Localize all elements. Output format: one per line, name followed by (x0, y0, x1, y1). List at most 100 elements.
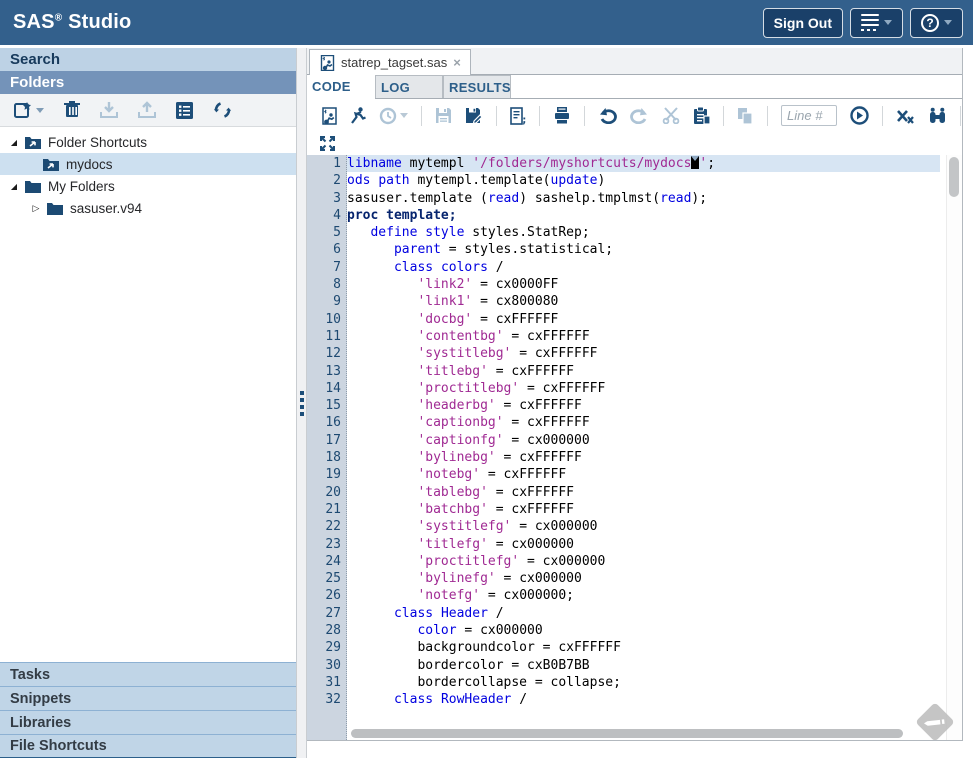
line-number: 16 (307, 414, 346, 431)
code-line[interactable]: 'link2' = cx0000FF (347, 276, 940, 293)
maximize-view-button[interactable] (320, 136, 335, 151)
line-number: 2 (307, 172, 346, 189)
accordion-sections: Tasks Snippets Libraries File Shortcuts (0, 662, 296, 758)
navigation-pane: Search Folders ◢ (0, 48, 296, 758)
code-line[interactable]: 'systitlefg' = cx000000 (347, 518, 940, 535)
code-line[interactable]: 'docbg' = cxFFFFFF (347, 311, 940, 328)
tree-item-folder-shortcuts[interactable]: ◢ Folder Shortcuts (0, 131, 296, 153)
code-line[interactable]: proc template; (347, 207, 940, 224)
code-line[interactable]: parent = styles.statistical; (347, 241, 940, 258)
code-line[interactable]: 'notefg' = cx000000; (347, 587, 940, 604)
code-line[interactable]: 'proctitlefg' = cx000000 (347, 553, 940, 570)
chevron-down-icon (36, 108, 44, 113)
undo-button[interactable] (598, 107, 617, 124)
folders-section-header[interactable]: Folders (0, 71, 296, 94)
clear-code-button[interactable] (896, 107, 915, 125)
cut-button[interactable] (662, 107, 680, 124)
code-line[interactable]: 'captionfg' = cx000000 (347, 432, 940, 449)
redo-button[interactable] (630, 107, 649, 124)
save-button[interactable] (435, 107, 452, 124)
new-program-button[interactable] (320, 107, 337, 125)
code-line[interactable]: ods path mytempl.template(update) (347, 172, 940, 189)
section-file-shortcuts[interactable]: File Shortcuts (0, 734, 296, 758)
top-bar: SAS® Studio Sign Out ? (0, 0, 973, 45)
code-line[interactable]: 'bylinebg' = cxFFFFFF (347, 449, 940, 466)
copy-button[interactable] (737, 107, 754, 125)
tree-expander-expanded-icon[interactable]: ◢ (6, 182, 22, 191)
save-as-button[interactable] (465, 107, 483, 124)
code-line[interactable]: 'batchbg' = cxFFFFFF (347, 501, 940, 518)
code-line[interactable]: 'headerbg' = cxFFFFFF (347, 397, 940, 414)
tree-item-sasuser-v94[interactable]: ▷ sasuser.v94 (0, 197, 296, 219)
tree-item-label: mydocs (66, 157, 113, 172)
code-line[interactable]: 'titlebg' = cxFFFFFF (347, 363, 940, 380)
tree-item-mydocs[interactable]: mydocs (0, 153, 296, 175)
line-number-input[interactable] (781, 105, 837, 126)
code-line[interactable]: 'link1' = cx800080 (347, 293, 940, 310)
code-line[interactable]: sasuser.template (read) sashelp.tmplmst(… (347, 190, 940, 207)
tab-code[interactable]: CODE (307, 75, 375, 99)
line-number: 3 (307, 190, 346, 207)
code-editor[interactable]: 1234567891011121314151617181920212223242… (307, 155, 962, 740)
editor-gutter: 1234567891011121314151617181920212223242… (307, 155, 347, 740)
download-button[interactable] (100, 101, 118, 119)
document-tab[interactable]: statrep_tagset.sas × (309, 49, 471, 75)
vertical-scrollbar-thumb[interactable] (949, 157, 959, 197)
line-number: 18 (307, 449, 346, 466)
section-tasks[interactable]: Tasks (0, 662, 296, 686)
code-line[interactable]: class RowHeader / (347, 691, 940, 708)
help-menu-button[interactable]: ? (910, 8, 963, 38)
run-button[interactable] (350, 107, 366, 125)
line-number: 22 (307, 518, 346, 535)
refresh-button[interactable] (213, 101, 232, 119)
pane-splitter[interactable] (296, 48, 307, 758)
line-number: 4 (307, 207, 346, 224)
line-number: 31 (307, 674, 346, 691)
tree-expander-expanded-icon[interactable]: ◢ (6, 138, 22, 147)
go-to-line-button[interactable] (850, 106, 869, 125)
line-number: 32 (307, 691, 346, 708)
tab-results[interactable]: RESULTS (443, 75, 511, 98)
code-line[interactable]: 'notebg' = cxFFFFFF (347, 466, 940, 483)
find-replace-button[interactable] (928, 107, 947, 124)
section-snippets[interactable]: Snippets (0, 686, 296, 710)
properties-button[interactable] (176, 102, 193, 119)
chevron-down-icon (884, 20, 892, 25)
code-line[interactable]: libname mytempl '/folders/myshortcuts/my… (347, 155, 940, 172)
code-line[interactable]: 'bylinefg' = cx000000 (347, 570, 940, 587)
page-setup-button[interactable]: ; (510, 107, 526, 125)
code-line[interactable]: class colors / (347, 259, 940, 276)
new-item-button[interactable] (14, 101, 44, 119)
app-title: SAS® Studio (13, 11, 131, 34)
vertical-scrollbar[interactable] (946, 155, 962, 740)
tree-item-my-folders[interactable]: ◢ My Folders (0, 175, 296, 197)
sign-out-button[interactable]: Sign Out (763, 8, 843, 38)
code-line[interactable]: 'captionbg' = cxFFFFFF (347, 414, 940, 431)
print-button[interactable] (553, 107, 571, 124)
application-menu-button[interactable] (850, 8, 903, 38)
code-line[interactable]: class Header / (347, 605, 940, 622)
sas-studio-window: SAS® Studio Sign Out ? Search Folders (0, 0, 973, 758)
horizontal-scrollbar-thumb[interactable] (351, 729, 903, 738)
code-line[interactable]: 'proctitlebg' = cxFFFFFF (347, 380, 940, 397)
upload-button[interactable] (138, 101, 156, 119)
tab-log[interactable]: LOG (375, 75, 443, 98)
tree-expander-collapsed-icon[interactable]: ▷ (28, 203, 44, 214)
search-section-header[interactable]: Search (0, 48, 296, 71)
code-line[interactable]: 'tablebg' = cxFFFFFF (347, 484, 940, 501)
code-line[interactable]: color = cx000000 (347, 622, 940, 639)
code-line[interactable]: 'titlefg' = cx000000 (347, 536, 940, 553)
submission-history-button[interactable] (379, 107, 408, 125)
section-libraries[interactable]: Libraries (0, 710, 296, 734)
code-line[interactable]: bordercollapse = collapse; (347, 674, 940, 691)
paste-button[interactable] (693, 107, 710, 125)
code-line[interactable]: define style styles.StatRep; (347, 224, 940, 241)
code-line[interactable]: bordercolor = cxB0B7BB (347, 657, 940, 674)
code-line[interactable]: 'contentbg' = cxFFFFFF (347, 328, 940, 345)
line-number: 7 (307, 259, 346, 276)
code-line[interactable]: backgroundcolor = cxFFFFFF (347, 639, 940, 656)
view-tabs: CODE LOG RESULTS (307, 75, 962, 99)
delete-button[interactable] (64, 101, 80, 119)
code-line[interactable]: 'systitlebg' = cxFFFFFF (347, 345, 940, 362)
close-tab-icon[interactable]: × (453, 56, 461, 69)
